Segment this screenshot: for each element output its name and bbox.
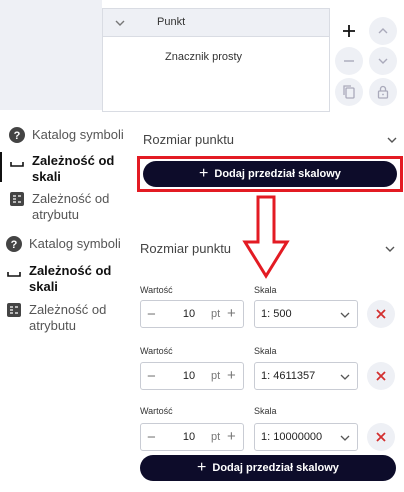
plus-icon: + [199, 165, 209, 182]
layer-item[interactable]: Znacznik prosty [165, 51, 242, 63]
minus-icon [344, 60, 354, 62]
map-preview-area [0, 0, 102, 110]
minus-icon[interactable]: − [147, 368, 156, 385]
menu-label-line1: Zależność od [29, 263, 112, 278]
menu-label-line2: skali [32, 169, 61, 184]
lock-button[interactable] [369, 78, 397, 106]
minus-icon[interactable]: − [147, 429, 156, 446]
value-label: Wartość [140, 285, 173, 295]
delete-row-button[interactable] [367, 300, 395, 328]
menu-scale-dependence[interactable]: Zależność od skali [5, 263, 111, 295]
value-input[interactable]: 10 [179, 370, 199, 382]
chevron-down-icon[interactable] [385, 133, 399, 147]
scale-value: 1: 500 [261, 308, 292, 320]
scale-bracket-icon [10, 162, 24, 167]
layer-group-row[interactable]: Punkt [103, 9, 329, 37]
delete-row-button[interactable] [367, 423, 395, 451]
menu-label-line2: skali [29, 279, 58, 294]
move-down-button[interactable] [369, 47, 397, 75]
menu-label-line1: Zależność od [29, 302, 107, 317]
section-title: Rozmiar punktu [140, 241, 232, 256]
help-circle-icon: ? [9, 127, 25, 143]
button-label: Dodaj przedział skalowy [212, 462, 339, 474]
unit-label: pt [211, 431, 221, 443]
button-label: Dodaj przedział skalowy [214, 168, 341, 180]
menu-symbol-catalog[interactable]: ? Katalog symboli [8, 127, 124, 144]
delete-row-button[interactable] [367, 362, 395, 390]
add-scale-range-button[interactable]: + Dodaj przedział skalowy [140, 455, 396, 481]
scale-select[interactable]: 1: 4611357 [254, 362, 358, 390]
menu-scale-dependence[interactable]: Zależność od skali [8, 153, 114, 185]
scale-value: 1: 4611357 [261, 370, 316, 382]
scale-select[interactable]: 1: 500 [254, 300, 358, 328]
arrow-down-icon [242, 195, 290, 279]
svg-text:?: ? [14, 130, 21, 142]
menu-attribute-dependence[interactable]: Zależność od atrybutu [5, 302, 106, 334]
value-input[interactable]: 10 [179, 308, 199, 320]
close-icon [376, 309, 386, 319]
value-label: Wartość [140, 346, 173, 356]
menu-label: Katalog symboli [32, 127, 124, 142]
copy-icon [343, 85, 355, 99]
attribute-table-icon [10, 192, 24, 206]
scale-label: Skala [254, 346, 277, 356]
value-stepper[interactable]: − 10 pt + [140, 300, 244, 328]
chevron-down-icon [340, 435, 350, 441]
attribute-table-icon [7, 303, 21, 317]
move-up-button[interactable] [369, 17, 397, 45]
plus-icon[interactable]: + [227, 305, 236, 322]
scale-label: Skala [254, 285, 277, 295]
chevron-down-icon[interactable] [383, 242, 397, 256]
add-scale-range-button[interactable]: + Dodaj przedział skalowy [143, 161, 397, 187]
add-button[interactable] [335, 17, 363, 45]
minus-icon[interactable]: − [147, 306, 156, 323]
plus-icon [343, 25, 355, 37]
chevron-down-icon [378, 58, 388, 64]
scale-select[interactable]: 1: 10000000 [254, 423, 358, 451]
value-stepper[interactable]: − 10 pt + [140, 362, 244, 390]
menu-label-line1: Zależność od [32, 191, 110, 206]
unit-label: pt [211, 370, 221, 382]
menu-attribute-dependence[interactable]: Zależność od atrybutu [8, 191, 109, 223]
section-title: Rozmiar punktu [143, 132, 235, 147]
close-icon [376, 371, 386, 381]
plus-icon[interactable]: + [227, 428, 236, 445]
lock-icon [377, 85, 389, 99]
scale-bracket-icon [7, 272, 21, 277]
chevron-up-icon [378, 28, 388, 34]
scale-value: 1: 10000000 [261, 431, 323, 443]
menu-label-line2: atrybutu [29, 318, 76, 333]
menu-label-line1: Zależność od [32, 153, 115, 168]
layer-tree-panel: Punkt Znacznik prosty [102, 8, 330, 112]
svg-text:?: ? [11, 239, 18, 251]
help-circle-icon: ? [6, 236, 22, 252]
value-input[interactable]: 10 [179, 431, 199, 443]
chevron-down-icon [340, 374, 350, 380]
plus-icon[interactable]: + [227, 367, 236, 384]
remove-button[interactable] [335, 47, 363, 75]
plus-icon: + [197, 459, 207, 476]
close-icon [376, 432, 386, 442]
value-label: Wartość [140, 406, 173, 416]
menu-label-line2: atrybutu [32, 207, 79, 222]
duplicate-button[interactable] [335, 78, 363, 106]
scale-label: Skala [254, 406, 277, 416]
unit-label: pt [211, 308, 221, 320]
active-indicator [0, 152, 2, 182]
chevron-down-icon[interactable] [113, 16, 127, 30]
value-stepper[interactable]: − 10 pt + [140, 423, 244, 451]
menu-symbol-catalog[interactable]: ? Katalog symboli [5, 236, 121, 253]
chevron-down-icon [340, 312, 350, 318]
menu-label: Katalog symboli [29, 236, 121, 251]
layer-group-title: Punkt [157, 16, 186, 28]
